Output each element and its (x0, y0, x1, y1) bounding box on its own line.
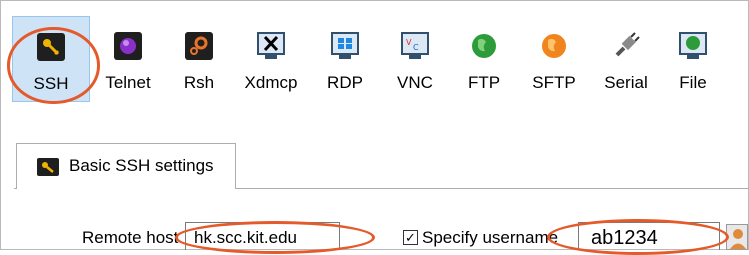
specify-username-label: Specify username (422, 228, 559, 247)
telnet-icon (114, 32, 142, 60)
rdp-windows-icon (331, 32, 359, 59)
tool-label: File (679, 73, 707, 92)
tool-label: SFTP (532, 73, 576, 92)
tool-label: Serial (604, 73, 648, 92)
serial-plug-icon (615, 32, 640, 57)
tool-label: Rsh (183, 73, 215, 92)
tool-ssh[interactable]: SSH (12, 16, 90, 102)
ssh-key-icon (37, 158, 59, 176)
tool-xdmcp[interactable]: Xdmcp (232, 16, 310, 102)
user-picker-button[interactable] (726, 224, 748, 250)
rsh-gears-icon (185, 32, 213, 60)
vnc-icon: V C (401, 32, 429, 59)
sftp-globe-icon (542, 34, 566, 58)
tool-rdp[interactable]: RDP (310, 16, 380, 102)
tool-ftp[interactable]: FTP (450, 16, 518, 102)
tool-file[interactable]: File (662, 16, 724, 102)
tool-label: FTP (467, 73, 501, 92)
tab-basic-ssh-settings[interactable]: Basic SSH settings (16, 143, 236, 189)
tool-rsh[interactable]: Rsh (166, 16, 232, 102)
remote-host-label: Remote host (82, 228, 179, 247)
tool-vnc[interactable]: V C VNC (380, 16, 450, 102)
tab-label: Basic SSH settings (69, 156, 214, 175)
tool-serial[interactable]: Serial (590, 16, 662, 102)
ssh-key-icon (37, 33, 65, 61)
xdmcp-x-icon (257, 32, 285, 59)
svg-text:V: V (406, 38, 412, 47)
tool-label: SSH (33, 74, 69, 93)
username-input[interactable]: ab1234 (578, 222, 720, 250)
user-picker-icon (730, 229, 746, 249)
remote-host-input[interactable]: hk.scc.kit.edu (185, 222, 340, 250)
tool-label: Telnet (105, 73, 151, 92)
file-globe-icon (679, 32, 707, 59)
tool-label: Xdmcp (244, 73, 298, 92)
tool-label: VNC (397, 73, 433, 92)
ftp-globe-icon (472, 34, 496, 58)
svg-text:C: C (413, 43, 419, 52)
tool-telnet[interactable]: Telnet (90, 16, 166, 102)
tool-sftp[interactable]: SFTP (518, 16, 590, 102)
specify-username-checkbox[interactable]: ✓ (403, 230, 418, 245)
tool-label: RDP (327, 73, 363, 92)
